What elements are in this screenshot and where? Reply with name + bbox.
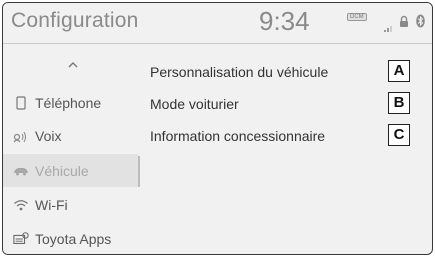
callout-b: B bbox=[388, 92, 410, 114]
sidebar-item-wifi[interactable]: Wi-Fi bbox=[3, 188, 138, 221]
signal-icon bbox=[384, 19, 394, 37]
header-bar: Configuration 9:34 DCM bbox=[3, 3, 432, 44]
head-unit-screen: Configuration 9:34 DCM Téléphone Voix Vé… bbox=[2, 2, 433, 255]
clock: 9:34 bbox=[259, 6, 310, 36]
bluetooth-icon bbox=[416, 14, 425, 33]
apps-icon bbox=[13, 231, 29, 247]
voice-icon bbox=[13, 128, 29, 144]
car-icon bbox=[13, 163, 29, 179]
sidebar-item-vehicule[interactable]: Véhicule bbox=[3, 154, 138, 187]
chevron-up-icon[interactable] bbox=[63, 58, 83, 72]
dcm-badge: DCM bbox=[347, 13, 367, 21]
sidebar-item-label: Véhicule bbox=[35, 162, 89, 179]
callout-a: A bbox=[388, 60, 410, 82]
sidebar-item-label: Toyota Apps bbox=[35, 230, 112, 247]
sidebar-item-voix[interactable]: Voix bbox=[3, 119, 138, 152]
lock-icon bbox=[399, 15, 409, 33]
sidebar-item-toyota-apps[interactable]: Toyota Apps bbox=[3, 222, 138, 254]
callout-c: C bbox=[388, 124, 410, 146]
menu-item-personnalisation[interactable]: Personnalisation du véhicule bbox=[150, 59, 370, 85]
phone-icon bbox=[13, 95, 29, 111]
sidebar-item-label: Voix bbox=[35, 127, 62, 144]
menu-item-information-concessionnaire[interactable]: Information concessionnaire bbox=[150, 123, 370, 149]
page-title: Configuration bbox=[11, 9, 139, 32]
menu-item-mode-voiturier[interactable]: Mode voiturier bbox=[150, 91, 370, 117]
sidebar: Téléphone Voix Véhicule Wi-Fi Toyota App… bbox=[3, 44, 138, 254]
sidebar-item-telephone[interactable]: Téléphone bbox=[3, 86, 138, 119]
sidebar-item-label: Wi-Fi bbox=[35, 196, 68, 213]
main-panel: Personnalisation du véhicule Mode voitur… bbox=[140, 44, 430, 254]
sidebar-item-label: Téléphone bbox=[35, 94, 102, 111]
wifi-icon bbox=[13, 197, 29, 213]
